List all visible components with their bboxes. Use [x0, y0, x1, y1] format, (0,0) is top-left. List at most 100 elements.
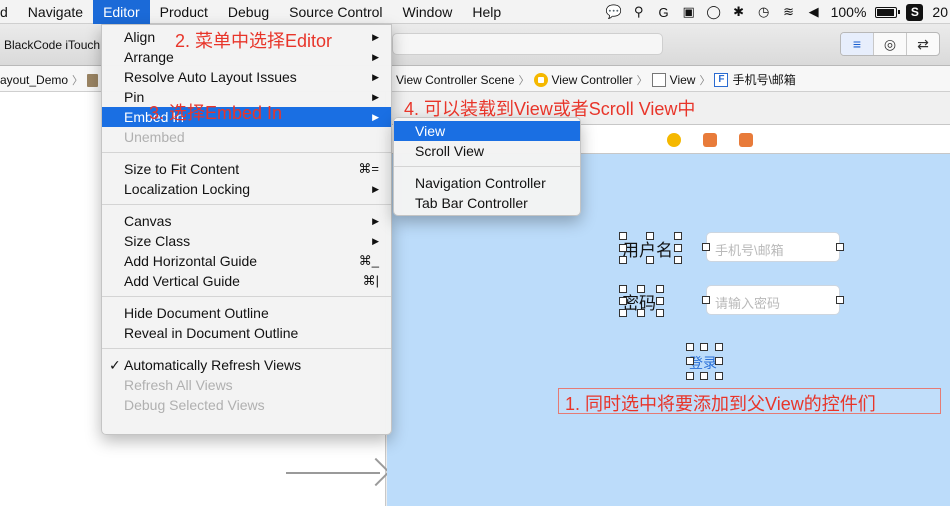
menu-item-label: Resolve Auto Layout Issues [124, 69, 297, 85]
menu-item-label: Reveal in Document Outline [124, 325, 299, 341]
time-machine-icon[interactable]: ◷ [756, 4, 772, 19]
annotation-step-1-box: 1. 同时选中将要添加到父View的控件们 [558, 388, 941, 414]
text-field-icon: F [714, 72, 729, 87]
menu-item-localization-locking[interactable]: Localization Locking ▶ [102, 179, 391, 199]
resize-handle[interactable] [702, 296, 710, 304]
menu-item-automatically-refresh-views[interactable]: ✓ Automatically Refresh Views [102, 355, 391, 375]
resize-handle[interactable] [656, 285, 664, 293]
resize-handle[interactable] [646, 256, 654, 264]
submenu-arrow-icon: ▶ [372, 236, 379, 246]
menu-item-product[interactable]: Product [150, 0, 218, 24]
view-controller-icon [533, 72, 548, 87]
standard-editor-icon[interactable]: ≡ [841, 33, 874, 55]
resize-handle[interactable] [702, 243, 710, 251]
shortcut-label: ⌘= [358, 161, 379, 176]
menu-item-canvas[interactable]: Canvas ▶ [102, 211, 391, 231]
menu-item-debug[interactable]: Debug [218, 0, 279, 24]
editor-mode-control: ≡ ◎ ⇄ [840, 32, 940, 56]
menu-item-reveal-in-document-outline[interactable]: Reveal in Document Outline [102, 323, 391, 343]
exit-icon[interactable] [739, 133, 753, 147]
jump-crumb-view[interactable]: View [670, 73, 696, 87]
submenu-item-view[interactable]: View [394, 121, 580, 141]
submenu-item-tab-bar-controller[interactable]: Tab Bar Controller [394, 193, 580, 213]
menu-item-help[interactable]: Help [462, 0, 511, 24]
menu-item-size-to-fit-content[interactable]: Size to Fit Content ⌘= [102, 159, 391, 179]
resize-handle[interactable] [715, 372, 723, 380]
battery-icon[interactable] [875, 6, 901, 18]
clock[interactable]: 20 [932, 4, 948, 20]
resize-handle[interactable] [674, 256, 682, 264]
save-icon[interactable]: ▣ [681, 4, 697, 19]
menu-item-source-control[interactable]: Source Control [279, 0, 392, 24]
menu-item-label: Canvas [124, 213, 172, 229]
version-editor-icon[interactable]: ⇄ [907, 33, 939, 55]
jump-crumb-field[interactable]: 手机号\邮箱 [732, 71, 795, 88]
jump-crumb-project[interactable]: ayout_Demo [0, 73, 68, 87]
submenu-arrow-icon: ▶ [372, 216, 379, 226]
bluetooth-icon[interactable]: ✱ [731, 4, 747, 19]
resize-handle[interactable] [686, 343, 694, 351]
menu-item-hide-document-outline[interactable]: Hide Document Outline [102, 303, 391, 323]
chevron-right-icon: 〉 [636, 74, 648, 87]
username-field[interactable]: 手机号\邮箱 [706, 232, 840, 262]
resize-handle[interactable] [619, 309, 627, 317]
menu-item-editor[interactable]: Editor [93, 0, 150, 24]
resize-handle[interactable] [715, 343, 723, 351]
first-responder-icon[interactable] [703, 133, 717, 147]
resize-handle[interactable] [619, 232, 627, 240]
menu-item-label: Size Class [124, 233, 191, 249]
resize-handle[interactable] [715, 357, 723, 365]
annotation-step-4: 4. 可以装载到View或者Scroll View中 [404, 99, 696, 119]
scheme-selector[interactable]: BlackCode iTouch [4, 38, 100, 52]
app-g-icon[interactable]: G [656, 5, 672, 20]
resize-handle[interactable] [836, 243, 844, 251]
submenu-item-scroll-view[interactable]: Scroll View [394, 141, 580, 161]
resize-handle[interactable] [656, 297, 664, 305]
resize-handle[interactable] [674, 232, 682, 240]
activity-view [392, 33, 663, 55]
menu-item-label: Refresh All Views [124, 377, 233, 393]
menu-item-xcode[interactable]: d [0, 0, 18, 24]
resize-handle[interactable] [656, 309, 664, 317]
resize-handle[interactable] [674, 244, 682, 252]
menu-separator [394, 166, 580, 167]
menu-separator [102, 152, 391, 153]
circle-icon[interactable]: ◯ [706, 4, 722, 19]
editor-menu: Align ▶ Arrange ▶ Resolve Auto Layout Issues… [101, 24, 392, 435]
resize-handle[interactable] [646, 232, 654, 240]
resize-handle[interactable] [619, 256, 627, 264]
menu-item-resolve-auto-layout-issues[interactable]: Resolve Auto Layout Issues ▶ [102, 67, 391, 87]
wechat-icon[interactable]: 💬 [606, 4, 622, 19]
resize-handle[interactable] [637, 285, 645, 293]
resize-handle[interactable] [637, 309, 645, 317]
resize-handle[interactable] [700, 372, 708, 380]
resize-handle[interactable] [700, 343, 708, 351]
jump-crumb-scene[interactable]: View Controller Scene [396, 73, 515, 87]
sogou-icon[interactable]: S [906, 3, 924, 21]
menu-item-label: Debug Selected Views [124, 397, 265, 413]
resize-handle[interactable] [836, 296, 844, 304]
volume-icon[interactable]: ◀ [806, 4, 822, 19]
view-controller-dock-icon[interactable] [667, 133, 681, 147]
username-placeholder: 手机号\邮箱 [715, 243, 784, 258]
menu-separator [102, 204, 391, 205]
menu-item-size-class[interactable]: Size Class ▶ [102, 231, 391, 251]
menu-item-navigate[interactable]: Navigate [18, 0, 93, 24]
resize-handle[interactable] [619, 244, 627, 252]
jump-crumb-view-controller[interactable]: View Controller [552, 73, 633, 87]
submenu-arrow-icon: ▶ [372, 32, 379, 42]
search-icon[interactable]: ⚲ [631, 4, 647, 19]
menu-item-add-horizontal-guide[interactable]: Add Horizontal Guide ⌘_ [102, 251, 391, 271]
battery-fill [877, 8, 895, 16]
submenu-item-navigation-controller[interactable]: Navigation Controller [394, 173, 580, 193]
menu-item-add-vertical-guide[interactable]: Add Vertical Guide ⌘| [102, 271, 391, 291]
wifi-icon[interactable]: ≋ [781, 4, 797, 19]
embed-in-submenu: View Scroll View Navigation Controller Tab … [393, 117, 581, 216]
menu-item-window[interactable]: Window [393, 0, 463, 24]
resize-handle[interactable] [619, 297, 627, 305]
resize-handle[interactable] [686, 357, 694, 365]
resize-handle[interactable] [686, 372, 694, 380]
assistant-editor-icon[interactable]: ◎ [874, 33, 907, 55]
password-field[interactable]: 请输入密码 [706, 285, 840, 315]
resize-handle[interactable] [619, 285, 627, 293]
